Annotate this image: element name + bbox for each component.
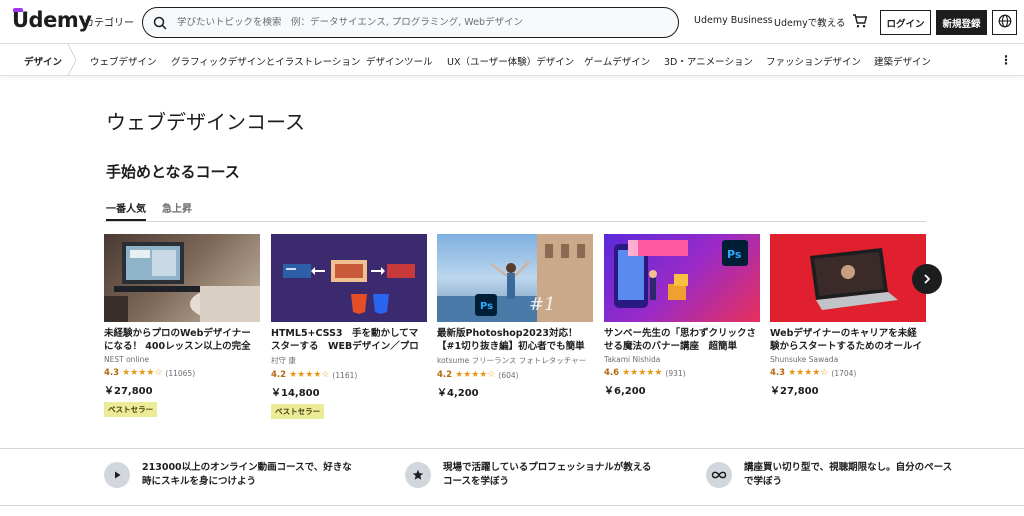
section-title: 手始めとなるコース bbox=[106, 163, 240, 181]
rating-count: (11065) bbox=[165, 368, 196, 378]
udemy-logo[interactable]: Udemy bbox=[12, 8, 92, 32]
subnav-item-fashion-design[interactable]: ファッションデザイン bbox=[766, 54, 861, 68]
course-price: ￥27,800 bbox=[770, 386, 819, 397]
course-price: ￥6,200 bbox=[604, 386, 646, 397]
subnav-item-web-design[interactable]: ウェブデザイン bbox=[90, 54, 157, 68]
feature-item: 講座買い切り型で、視聴期限なし。自分のペースで学ぼう bbox=[706, 461, 954, 489]
login-button[interactable]: ログイン bbox=[880, 10, 931, 35]
course-author: 村守 康 bbox=[271, 356, 296, 365]
signup-button[interactable]: 新規登録 bbox=[936, 10, 987, 35]
course-price: ￥4,200 bbox=[437, 388, 479, 399]
course-card[interactable]: Ps サンベー先生の「思わずクリックさせる魔法のバナー講座 超簡単 Takami… bbox=[604, 234, 760, 397]
star-rating-icon: ★★★★★ bbox=[622, 368, 663, 378]
language-button[interactable] bbox=[992, 10, 1017, 35]
chevron-right-icon bbox=[924, 274, 931, 284]
category-subnav: デザイン ウェブデザイン グラフィックデザインとイラストレーション デザインツー… bbox=[0, 44, 1024, 76]
star-rating-icon: ★★★★☆ bbox=[122, 368, 163, 378]
rating-count: (604) bbox=[498, 370, 519, 380]
subnav-item-architecture-design[interactable]: 建築デザイン bbox=[874, 54, 931, 68]
svg-text:#1: #1 bbox=[529, 294, 556, 315]
top-header: Udemy カテゴリー Udemy Business Udemyで教える ログイ… bbox=[0, 0, 1024, 44]
star-rating-icon: ★★★★☆ bbox=[455, 370, 496, 380]
course-author: Shunsuke Sawada bbox=[770, 355, 839, 364]
course-author: NEST online bbox=[104, 355, 149, 364]
feature-strip: 213000以上のオンライン動画コースで、好きな時にスキルを身につけよう 現場で… bbox=[0, 448, 1024, 506]
rating-value: 4.3 bbox=[770, 368, 786, 378]
page-title: ウェブデザインコース bbox=[106, 110, 305, 134]
course-price: ￥14,800 bbox=[271, 388, 320, 399]
search-icon[interactable] bbox=[143, 16, 177, 30]
search-input[interactable] bbox=[177, 17, 667, 28]
course-price: ￥27,800 bbox=[104, 386, 153, 397]
course-thumbnail-web-career[interactable] bbox=[770, 234, 926, 322]
course-title[interactable]: 最新版Photoshop2023対応！【#1切り抜き編】初心者でも簡単 bbox=[437, 327, 593, 353]
bestseller-badge: ベストセラー bbox=[271, 404, 325, 419]
teach-link[interactable]: Udemyで教える bbox=[774, 15, 845, 29]
course-thumbnail-banner[interactable]: Ps bbox=[604, 234, 760, 322]
feature-text: 講座買い切り型で、視聴期限なし。自分のペースで学ぼう bbox=[744, 462, 953, 487]
course-author: kotsume フリーランス フォトレタッチャー bbox=[437, 356, 587, 365]
tabs-divider bbox=[104, 221, 926, 222]
breadcrumb-chevron-icon bbox=[67, 44, 77, 76]
rating-value: 4.2 bbox=[437, 370, 453, 380]
star-icon bbox=[405, 462, 431, 488]
course-title[interactable]: 未経験からプロのWebデザイナーになる！ 400レッスン以上の完全網羅 bbox=[104, 327, 260, 353]
rating-value: 4.2 bbox=[271, 370, 287, 380]
feature-text: 213000以上のオンライン動画コースで、好きな時にスキルを身につけよう bbox=[142, 462, 352, 487]
carousel-next-button[interactable] bbox=[912, 264, 942, 294]
globe-icon bbox=[998, 14, 1012, 31]
rating-count: (1704) bbox=[831, 368, 857, 378]
course-rating: 4.3 ★★★★☆ (1704) bbox=[770, 367, 926, 379]
subnav-active-design[interactable]: デザイン bbox=[24, 54, 62, 68]
subnav-item-design-tools[interactable]: デザインツール bbox=[366, 54, 433, 68]
svg-text:Ps: Ps bbox=[727, 248, 742, 261]
feature-item: 現場で活躍しているプロフェッショナルが教えるコースを学ぼう bbox=[405, 461, 653, 489]
course-card[interactable]: HTML5+CSS3 手を動かしてマスターする WEBデザイン／プログラミング … bbox=[271, 234, 427, 419]
course-title[interactable]: サンベー先生の「思わずクリックさせる魔法のバナー講座 超簡単 bbox=[604, 327, 760, 353]
course-rating: 4.2 ★★★★☆ (604) bbox=[437, 369, 593, 381]
course-card[interactable]: Webデザイナーのキャリアを未経験からスタートするためのオールインワン Shun… bbox=[770, 234, 926, 397]
play-icon bbox=[104, 462, 130, 488]
course-rating: 4.6 ★★★★★ (931) bbox=[604, 367, 760, 379]
feature-item: 213000以上のオンライン動画コースで、好きな時にスキルを身につけよう bbox=[104, 461, 352, 489]
rating-count: (931) bbox=[665, 368, 686, 378]
more-menu-icon[interactable]: ⋮ bbox=[1000, 53, 1012, 67]
course-thumbnail-photoshop[interactable]: Ps #1 bbox=[437, 234, 593, 322]
cart-icon[interactable] bbox=[852, 13, 868, 33]
course-thumbnail-laptop[interactable] bbox=[104, 234, 260, 322]
category-menu[interactable]: カテゴリー bbox=[84, 14, 134, 29]
search-bar[interactable] bbox=[142, 7, 679, 38]
course-card[interactable]: 未経験からプロのWebデザイナーになる！ 400レッスン以上の完全網羅 NEST… bbox=[104, 234, 260, 417]
subnav-item-3d-animation[interactable]: 3D・アニメーション bbox=[664, 54, 753, 68]
infinity-icon bbox=[706, 462, 732, 488]
rating-count: (1161) bbox=[332, 370, 358, 380]
course-author: Takami Nishida bbox=[604, 355, 661, 364]
course-card[interactable]: Ps #1 最新版Photoshop2023対応！【#1切り抜き編】初心者でも簡… bbox=[437, 234, 593, 399]
bestseller-badge: ベストセラー bbox=[104, 402, 158, 417]
rating-value: 4.3 bbox=[104, 368, 120, 378]
tab-most-popular[interactable]: 一番人気 bbox=[106, 200, 146, 221]
star-rating-icon: ★★★★☆ bbox=[788, 368, 829, 378]
subnav-item-graphic-design[interactable]: グラフィックデザインとイラストレーション bbox=[171, 54, 360, 68]
rating-value: 4.6 bbox=[604, 368, 620, 378]
feature-text: 現場で活躍しているプロフェッショナルが教えるコースを学ぼう bbox=[443, 462, 652, 487]
star-rating-icon: ★★★★☆ bbox=[289, 370, 330, 380]
course-title[interactable]: Webデザイナーのキャリアを未経験からスタートするためのオールインワン bbox=[770, 327, 926, 353]
tab-trending[interactable]: 急上昇 bbox=[162, 200, 192, 215]
course-rating: 4.2 ★★★★☆ (1161) bbox=[271, 369, 427, 381]
subnav-item-ux-design[interactable]: UX（ユーザー体験）デザイン bbox=[447, 54, 574, 68]
course-thumbnail-html-css[interactable] bbox=[271, 234, 427, 322]
udemy-business-link[interactable]: Udemy Business bbox=[694, 15, 773, 26]
course-rating: 4.3 ★★★★☆ (11065) bbox=[104, 367, 260, 379]
svg-text:Ps: Ps bbox=[480, 301, 493, 312]
subnav-item-game-design[interactable]: ゲームデザイン bbox=[584, 54, 650, 68]
course-title[interactable]: HTML5+CSS3 手を動かしてマスターする WEBデザイン／プログラミング bbox=[271, 327, 427, 353]
